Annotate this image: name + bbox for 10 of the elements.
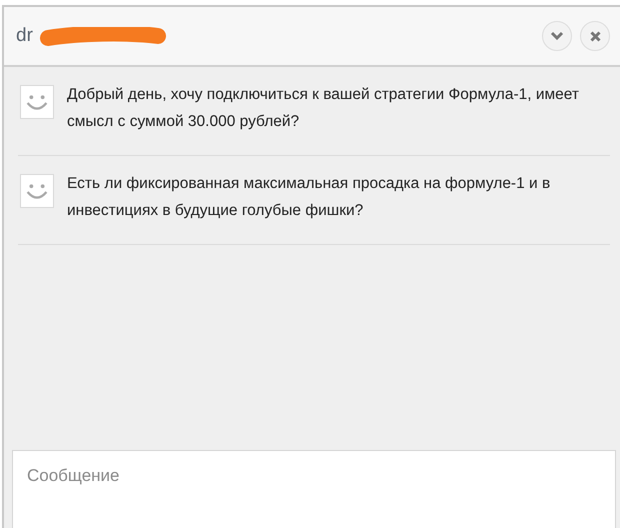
close-button[interactable] — [580, 21, 610, 51]
chevron-down-icon — [550, 31, 564, 41]
smiley-avatar-icon — [20, 174, 54, 208]
message-text: Добрый день, хочу подключиться к вашей стратегии Формула-1, имеет смысл с суммой 30.000 рублей? — [67, 85, 580, 132]
window-title: dr — [16, 25, 33, 47]
smiley-avatar-icon — [20, 85, 54, 119]
close-icon — [590, 30, 600, 42]
message-text: Есть ли фиксированная максимальная просадка на формуле-1 и в инвестициях в будущие голубые фишки? — [67, 174, 552, 221]
collapse-button[interactable] — [542, 21, 572, 51]
message-input[interactable]: Сообщение — [12, 450, 616, 528]
